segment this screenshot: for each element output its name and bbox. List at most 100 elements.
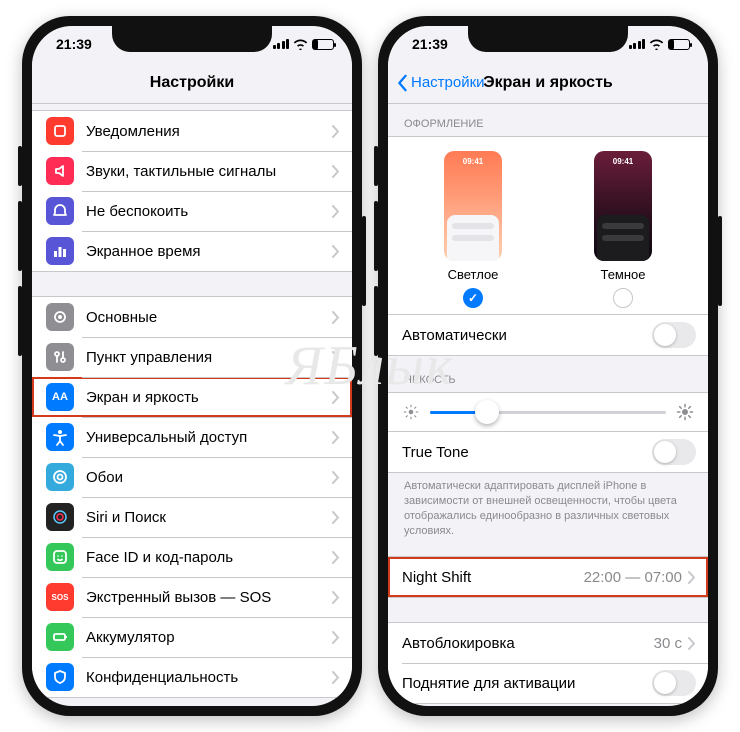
appearance-header: ОФОРМЛЕНИЕ: [388, 118, 708, 136]
appearance-picker: 09:41 Светлое 09:41 Темное: [388, 136, 708, 314]
chevron-right-icon: [332, 165, 340, 178]
nightshift-row[interactable]: Night Shift 22:00 — 07:00: [388, 557, 708, 597]
status-time: 21:39: [56, 36, 92, 52]
appearance-dark[interactable]: 09:41 Темное: [594, 151, 652, 308]
privacy-icon: [46, 663, 74, 691]
auto-toggle[interactable]: [652, 322, 696, 348]
display-icon: AA: [46, 383, 74, 411]
sounds-icon: [46, 157, 74, 185]
chevron-right-icon: [332, 591, 340, 604]
row-label: Аккумулятор: [86, 629, 332, 646]
back-label: Настройки: [411, 74, 485, 91]
row-label: Основные: [86, 309, 332, 326]
row-notifications[interactable]: Уведомления: [32, 111, 352, 151]
row-faceid[interactable]: Face ID и код-пароль: [32, 537, 352, 577]
row-general[interactable]: Основные: [32, 297, 352, 337]
faceid-icon: [46, 543, 74, 571]
row-label: Siri и Поиск: [86, 509, 332, 526]
phone-left: 21:39 Настройки Уведомления Звуки, тактил…: [22, 16, 362, 716]
truetone-note: Автоматически адаптировать дисплей iPhon…: [388, 473, 708, 538]
row-dnd[interactable]: Не беспокоить: [32, 191, 352, 231]
notch: [468, 26, 628, 52]
row-sounds[interactable]: Звуки, тактильные сигналы: [32, 151, 352, 191]
row-label: Face ID и код-пароль: [86, 549, 332, 566]
chevron-right-icon: [332, 351, 340, 364]
control-icon: [46, 343, 74, 371]
battery-icon: [312, 39, 334, 50]
dark-radio[interactable]: [613, 288, 633, 308]
light-label: Светлое: [448, 267, 499, 282]
signal-icon: [629, 39, 646, 49]
chevron-right-icon: [332, 471, 340, 484]
row-label: Пункт управления: [86, 349, 332, 366]
dark-label: Темное: [600, 267, 645, 282]
row-label: Уведомления: [86, 123, 332, 140]
chevron-right-icon: [332, 631, 340, 644]
settings-list[interactable]: Уведомления Звуки, тактильные сигналыНе б…: [32, 104, 352, 706]
row-label: Обои: [86, 469, 332, 486]
chevron-right-icon: [332, 205, 340, 218]
general-icon: [46, 303, 74, 331]
chevron-right-icon: [332, 431, 340, 444]
row-screentime[interactable]: Экранное время: [32, 231, 352, 271]
appearance-light[interactable]: 09:41 Светлое: [444, 151, 502, 308]
wifi-icon: [649, 39, 664, 50]
truetone-row[interactable]: True Tone: [388, 432, 708, 472]
chevron-right-icon: [332, 311, 340, 324]
dnd-icon: [46, 197, 74, 225]
raise-toggle[interactable]: [652, 670, 696, 696]
page-title: Экран и яркость: [483, 74, 613, 92]
autolock-row[interactable]: Автоблокировка 30 с: [388, 623, 708, 663]
row-battery[interactable]: Аккумулятор: [32, 617, 352, 657]
light-preview: 09:41: [444, 151, 502, 261]
brightness-slider-row: [388, 392, 708, 432]
chevron-right-icon: [688, 637, 696, 650]
display-settings[interactable]: ОФОРМЛЕНИЕ 09:41 Светлое 09:41 Темное Ав…: [388, 104, 708, 706]
row-label: Универсальный доступ: [86, 429, 332, 446]
siri-icon: [46, 503, 74, 531]
auto-label: Автоматически: [402, 327, 652, 344]
chevron-right-icon: [332, 511, 340, 524]
page-title: Настройки: [150, 74, 234, 92]
nav-bar: Настройки: [32, 62, 352, 104]
notifications-icon: [46, 117, 74, 145]
row-privacy[interactable]: Конфиденциальность: [32, 657, 352, 697]
raise-row[interactable]: Поднятие для активации: [388, 663, 708, 703]
auto-appearance-row[interactable]: Автоматически: [388, 315, 708, 355]
wifi-icon: [293, 39, 308, 50]
row-wallpaper[interactable]: Обои: [32, 457, 352, 497]
row-control[interactable]: Пункт управления: [32, 337, 352, 377]
chevron-right-icon: [332, 551, 340, 564]
row-label: Экранное время: [86, 243, 332, 260]
screentime-icon: [46, 237, 74, 265]
notch: [112, 26, 272, 52]
truetone-label: True Tone: [402, 444, 652, 461]
row-accessibility[interactable]: Универсальный доступ: [32, 417, 352, 457]
light-radio[interactable]: [463, 288, 483, 308]
back-button[interactable]: Настройки: [396, 74, 485, 92]
chevron-right-icon: [332, 125, 340, 138]
phone-right: 21:39 Настройки Экран и яркость ОФОРМЛЕН…: [378, 16, 718, 716]
dark-preview: 09:41: [594, 151, 652, 261]
brightness-header: ЯРКОСТЬ: [388, 374, 708, 392]
brightness-slider[interactable]: [430, 411, 666, 414]
sun-large-icon: [676, 403, 694, 421]
sun-small-icon: [402, 403, 420, 421]
status-time: 21:39: [412, 36, 448, 52]
row-siri[interactable]: Siri и Поиск: [32, 497, 352, 537]
wallpaper-icon: [46, 463, 74, 491]
truetone-toggle[interactable]: [652, 439, 696, 465]
nightshift-value: 22:00 — 07:00: [584, 569, 682, 586]
battery-icon: [668, 39, 690, 50]
autolock-value: 30 с: [654, 635, 682, 652]
battery-icon: [46, 623, 74, 651]
chevron-right-icon: [332, 391, 340, 404]
signal-icon: [273, 39, 290, 49]
row-display[interactable]: AAЭкран и яркость: [32, 377, 352, 417]
chevron-right-icon: [332, 245, 340, 258]
row-sos[interactable]: SOS Экстренный вызов — SOS: [32, 577, 352, 617]
row-label: Экстренный вызов — SOS: [86, 589, 332, 606]
sos-icon: SOS: [46, 583, 74, 611]
accessibility-icon: [46, 423, 74, 451]
raise-label: Поднятие для активации: [402, 675, 652, 692]
